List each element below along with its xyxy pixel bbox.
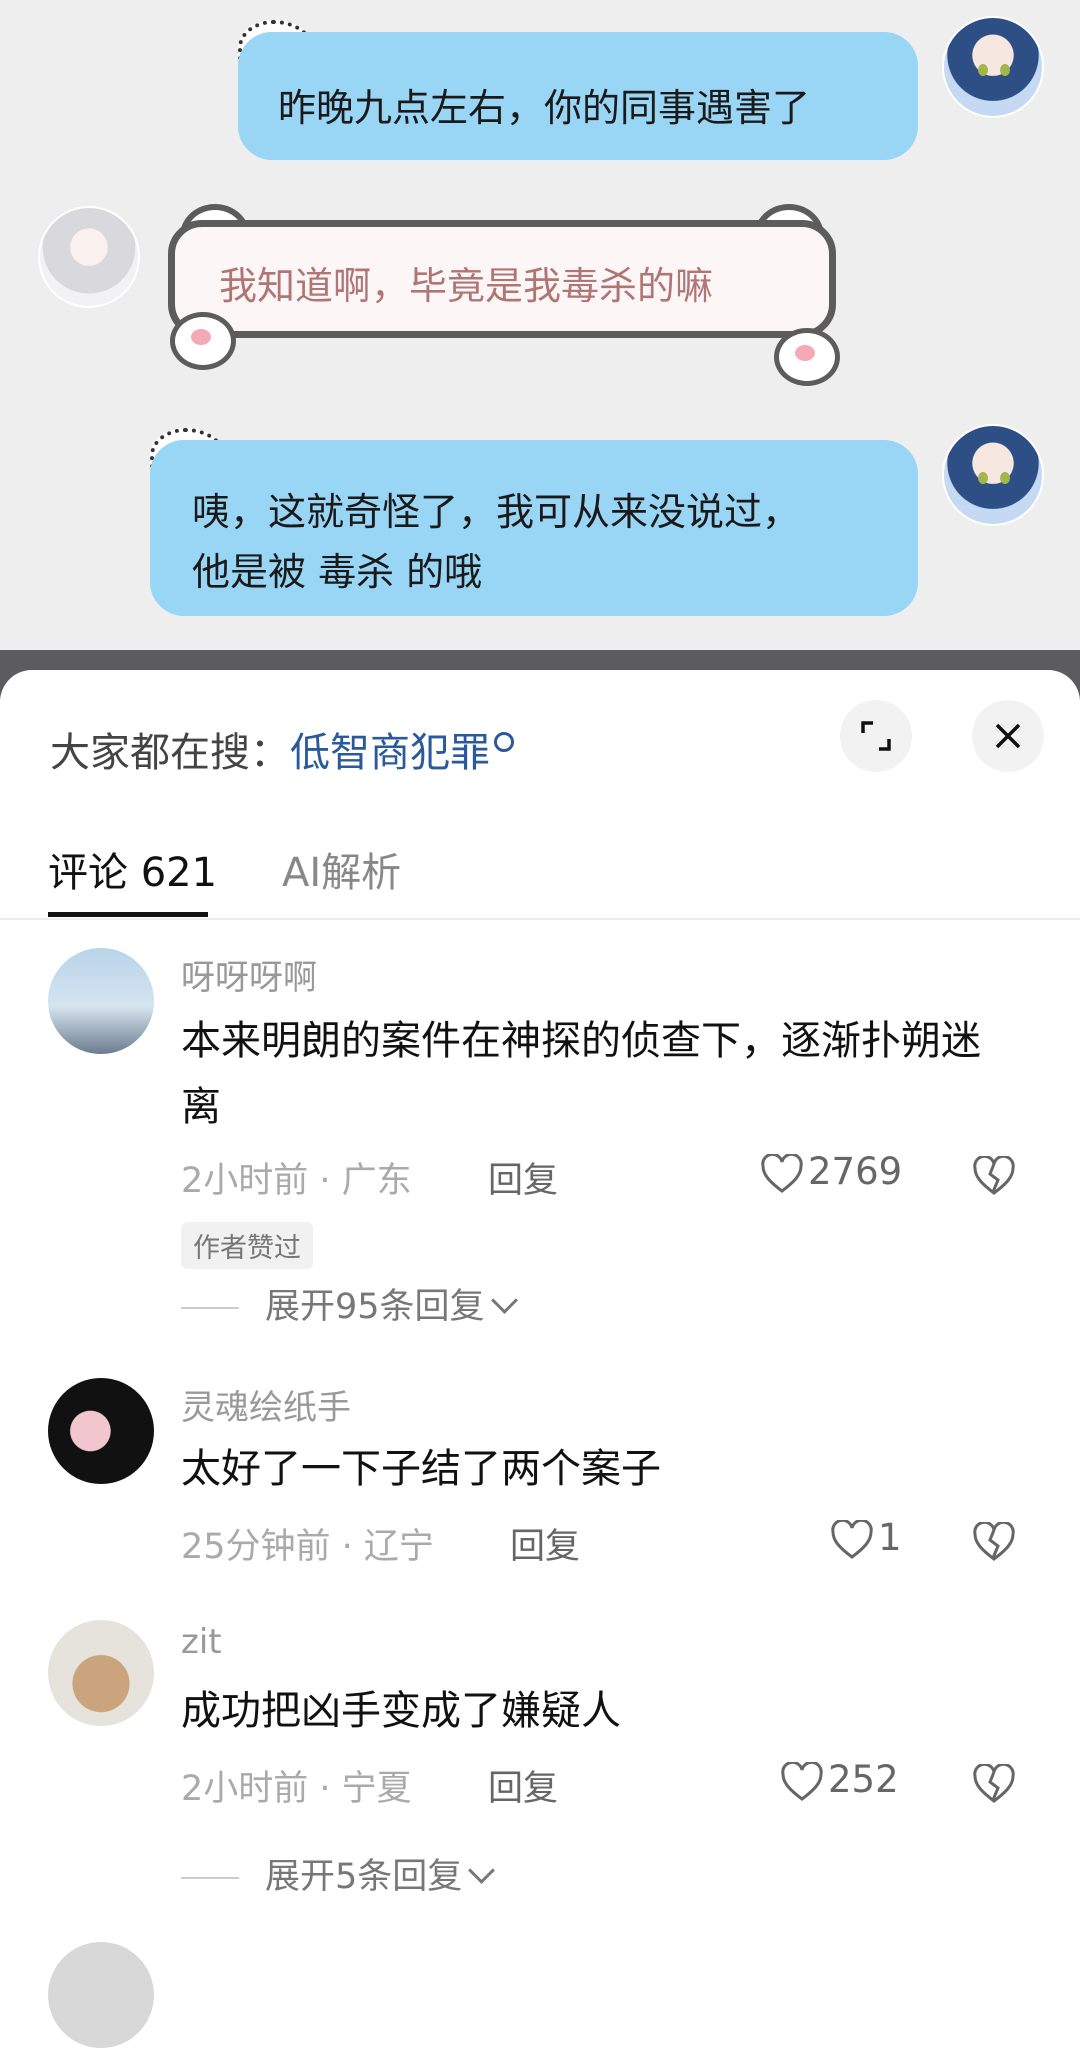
- cat-paw-icon: [170, 312, 236, 370]
- chat-bubble: 我知道啊，毕竟是我毒杀的嘛: [168, 220, 836, 338]
- divider: [0, 918, 1080, 920]
- divider: [181, 1877, 239, 1879]
- author-liked-badge: 作者赞过: [181, 1222, 313, 1269]
- expand-replies-button[interactable]: 展开95条回复: [181, 1278, 518, 1329]
- avatar[interactable]: [48, 1378, 154, 1484]
- chat-bubble-text: 咦，这就奇怪了，我可从来没说过，: [192, 490, 801, 534]
- like-count: 252: [828, 1758, 899, 1801]
- dislike-icon[interactable]: [972, 1156, 1016, 1196]
- search-icon: [494, 732, 514, 752]
- tab-comments[interactable]: 评论 621: [48, 840, 217, 898]
- like-count: 1: [878, 1516, 902, 1559]
- chat-bubble: 昨晚九点左右，你的同事遇害了: [238, 32, 918, 160]
- chat-bubble-text: 他是被 毒杀 的哦: [192, 550, 483, 594]
- avatar-blue-hair: [942, 16, 1044, 118]
- reply-button[interactable]: 回复: [488, 1760, 558, 1811]
- chevron-down-icon: [490, 1287, 518, 1314]
- chevron-down-icon: [468, 1857, 496, 1884]
- trending-label: 大家都在搜：: [50, 730, 290, 776]
- reply-button[interactable]: 回复: [510, 1518, 580, 1569]
- active-tab-indicator: [48, 912, 208, 917]
- expand-button[interactable]: [840, 700, 912, 772]
- avatar[interactable]: [48, 1620, 154, 1726]
- expand-replies-label: 展开95条回复: [265, 1287, 485, 1327]
- comment-sheet: 大家都在搜：低智商犯罪 评论 621 AI解析 呀呀呀啊 本来明朗的案件在神探的…: [0, 670, 1080, 2048]
- comment-time-location: 2小时前 · 宁夏: [181, 1769, 412, 1809]
- avatar[interactable]: [48, 1942, 154, 2048]
- tab-ai-analysis[interactable]: AI解析: [282, 840, 401, 898]
- avatar[interactable]: [48, 948, 154, 1054]
- expand-replies-label: 展开5条回复: [265, 1857, 463, 1897]
- comment-username[interactable]: zit: [181, 1622, 222, 1662]
- heart-icon: [781, 1761, 823, 1801]
- like-count: 2769: [808, 1150, 903, 1193]
- trending-search[interactable]: 大家都在搜：低智商犯罪: [50, 720, 514, 778]
- comment-text: 成功把凶手变成了嫌疑人: [181, 1688, 621, 1734]
- dislike-icon[interactable]: [972, 1522, 1016, 1562]
- like-button[interactable]: 1: [830, 1516, 902, 1560]
- comment-time-location: 25分钟前 · 辽宁: [181, 1527, 434, 1567]
- heart-icon: [761, 1153, 803, 1193]
- cat-paw-icon: [774, 328, 840, 386]
- comment-text: 太好了一下子结了两个案子: [181, 1446, 661, 1492]
- dislike-icon[interactable]: [972, 1764, 1016, 1804]
- expand-replies-button[interactable]: 展开5条回复: [181, 1848, 496, 1899]
- close-button[interactable]: [972, 700, 1044, 772]
- expand-icon: [861, 721, 891, 751]
- avatar-silver-hair: [38, 206, 140, 308]
- like-button[interactable]: 2769: [760, 1150, 902, 1194]
- avatar-blue-hair: [942, 424, 1044, 526]
- chat-screenshot: 昨晚九点左右，你的同事遇害了 我知道啊，毕竟是我毒杀的嘛 咦，这就奇怪了，我可从…: [0, 0, 1080, 650]
- divider: [181, 1307, 239, 1309]
- reply-button[interactable]: 回复: [488, 1152, 558, 1203]
- chat-bubble-text: 我知道啊，毕竟是我毒杀的嘛: [219, 264, 714, 308]
- comment-username[interactable]: 灵魂绘纸手: [181, 1380, 351, 1429]
- like-button[interactable]: 252: [780, 1758, 899, 1802]
- comment-text: 本来明朗的案件在神探的侦查下，逐渐扑朔迷离: [181, 1018, 981, 1130]
- comment-username[interactable]: 呀呀呀啊: [181, 950, 317, 999]
- heart-icon: [831, 1519, 873, 1559]
- chat-bubble: 咦，这就奇怪了，我可从来没说过， 他是被 毒杀 的哦: [150, 440, 918, 616]
- comment-time-location: 2小时前 · 广东: [181, 1161, 412, 1201]
- trending-keyword-link[interactable]: 低智商犯罪: [290, 730, 490, 776]
- close-icon: [995, 723, 1021, 749]
- chat-bubble-text: 昨晚九点左右，你的同事遇害了: [278, 86, 811, 130]
